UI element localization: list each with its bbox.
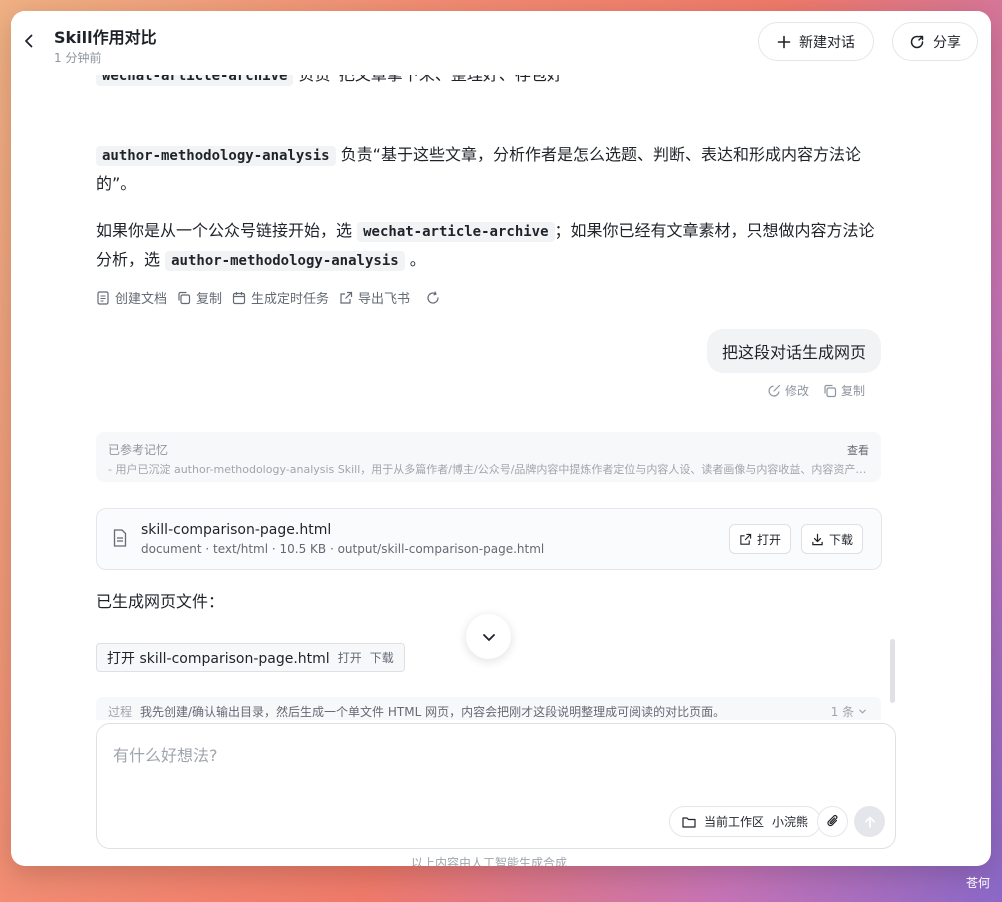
- paragraph-text: 。: [409, 250, 426, 269]
- file-open-button[interactable]: 打开: [729, 524, 792, 554]
- workspace-name: 小浣熊: [772, 815, 809, 829]
- file-icon: [113, 529, 127, 547]
- send-button[interactable]: [854, 806, 885, 837]
- share-icon: [910, 35, 924, 48]
- timestamp: 1 分钟前: [54, 51, 102, 65]
- download-icon: [812, 533, 823, 545]
- inline-file-name: 打开 skill-comparison-page.html: [107, 650, 330, 667]
- composer[interactable]: 有什么好想法? 当前工作区 小浣熊: [96, 723, 896, 849]
- chevron-down-icon: [859, 709, 866, 714]
- share-label: 分享: [933, 34, 961, 51]
- user-message: 把这段对话生成网页: [707, 329, 882, 373]
- paragraph-text: 负责“把文章拿下来、整理好、存包好”: [299, 75, 572, 84]
- new-chat-button[interactable]: 新建对话: [758, 22, 874, 61]
- refresh-icon: [427, 290, 439, 304]
- regenerate-button[interactable]: [426, 290, 440, 305]
- back-button[interactable]: [17, 29, 41, 53]
- inline-download-link[interactable]: 下载: [370, 649, 394, 666]
- memory-title: 已参考记忆: [108, 443, 169, 457]
- export-label: 导出飞书: [358, 292, 411, 307]
- generated-text: 已生成网页文件：: [96, 592, 225, 611]
- process-count: 1 条: [831, 703, 867, 720]
- memory-view-link[interactable]: 查看: [847, 442, 869, 458]
- workspace-label: 当前工作区: [704, 815, 765, 829]
- export-feishu-button[interactable]: 导出飞书: [339, 288, 410, 307]
- user-message-actions: 修改 复制: [767, 382, 865, 399]
- copy-label: 复制: [841, 384, 866, 398]
- create-doc-label: 创建文档: [115, 292, 168, 307]
- scrollbar-thumb[interactable]: [890, 639, 895, 703]
- process-panel[interactable]: 过程 我先创建/确认输出目录，然后生成一个单文件 HTML 网页，内容会把刚才这…: [96, 697, 881, 720]
- arrow-up-icon: [864, 816, 875, 828]
- open-label: 打开: [757, 532, 782, 547]
- page-title: Skill作用对比: [54, 28, 157, 47]
- assistant-paragraph-1: author-methodology-analysis 负责“基于这些文章，分析…: [96, 141, 886, 198]
- copy-button[interactable]: 复制: [177, 288, 222, 307]
- create-doc-button[interactable]: 创建文档: [96, 288, 167, 307]
- schedule-label: 生成定时任务: [251, 292, 330, 307]
- new-chat-label: 新建对话: [799, 34, 855, 51]
- plus-icon: [777, 35, 791, 48]
- process-text: 我先创建/确认输出目录，然后生成一个单文件 HTML 网页，内容会把刚才这段说明…: [140, 705, 726, 719]
- user-copy-button[interactable]: 复制: [823, 382, 865, 399]
- ai-disclaimer: 以上内容由人工智能生成合成: [411, 856, 591, 866]
- process-count-text: 1 条: [830, 705, 855, 719]
- calendar-icon: [232, 291, 246, 304]
- paragraph-text: 如果你是从一个公众号链接开始，选: [96, 221, 353, 240]
- corner-watermark: 苍何: [965, 876, 990, 890]
- memory-description: - 用户已沉淀 author-methodology-analysis Skil…: [108, 463, 870, 476]
- workspace-selector[interactable]: 当前工作区 小浣熊: [669, 806, 822, 837]
- skill-code: author-methodology-analysis: [96, 146, 336, 166]
- skill-code: wechat-article-archive: [357, 222, 555, 242]
- edit-icon: [768, 384, 781, 397]
- copy-icon: [824, 384, 837, 397]
- copy-label: 复制: [196, 292, 223, 307]
- share-button[interactable]: 分享: [892, 22, 978, 61]
- chevron-left-icon: [25, 34, 33, 48]
- disclaimer-text: 以上内容由人工智能生成合成: [411, 856, 568, 866]
- assistant-paragraph-0: wechat-article-archive 负责“把文章拿下来、整理好、存包好…: [96, 75, 886, 90]
- paperclip-icon: [826, 814, 837, 827]
- file-meta: document · text/html · 10.5 KB · output/…: [141, 542, 545, 556]
- external-link-icon: [740, 533, 752, 545]
- inline-open-link[interactable]: 打开: [338, 649, 362, 666]
- message-actions: 创建文档 复制 生成定时任务 导出飞书: [96, 288, 440, 307]
- file-card[interactable]: skill-comparison-page.html document · te…: [96, 508, 882, 570]
- folder-icon: [682, 816, 696, 828]
- schedule-task-button[interactable]: 生成定时任务: [232, 288, 329, 307]
- chevron-down-icon: [482, 633, 495, 641]
- memory-reference-panel: 已参考记忆 查看 - 用户已沉淀 author-methodology-anal…: [96, 432, 881, 482]
- scroll-to-bottom-button[interactable]: [466, 614, 511, 659]
- composer-input[interactable]: 有什么好想法?: [113, 742, 218, 766]
- download-label: 下载: [829, 532, 854, 547]
- inline-file-chip[interactable]: 打开 skill-comparison-page.html 打开 下载: [96, 643, 405, 672]
- skill-code: wechat-article-archive: [96, 75, 294, 86]
- assistant-paragraph-2: 如果你是从一个公众号链接开始，选 wechat-article-archive；…: [96, 217, 886, 275]
- attach-button[interactable]: [817, 806, 848, 837]
- edit-label: 修改: [785, 384, 810, 398]
- edit-button[interactable]: 修改: [767, 382, 809, 399]
- skill-code: author-methodology-analysis: [165, 251, 405, 271]
- process-label: 过程: [108, 705, 133, 719]
- external-link-icon: [340, 291, 353, 304]
- copy-icon: [178, 291, 191, 304]
- file-name: skill-comparison-page.html: [141, 522, 332, 538]
- header: Skill作用对比 1 分钟前 新建对话 分享: [11, 11, 991, 75]
- chat-window: Skill作用对比 1 分钟前 新建对话 分享 wechat-article-a…: [11, 11, 991, 866]
- file-download-button[interactable]: 下载: [801, 524, 864, 554]
- document-icon: [97, 290, 109, 305]
